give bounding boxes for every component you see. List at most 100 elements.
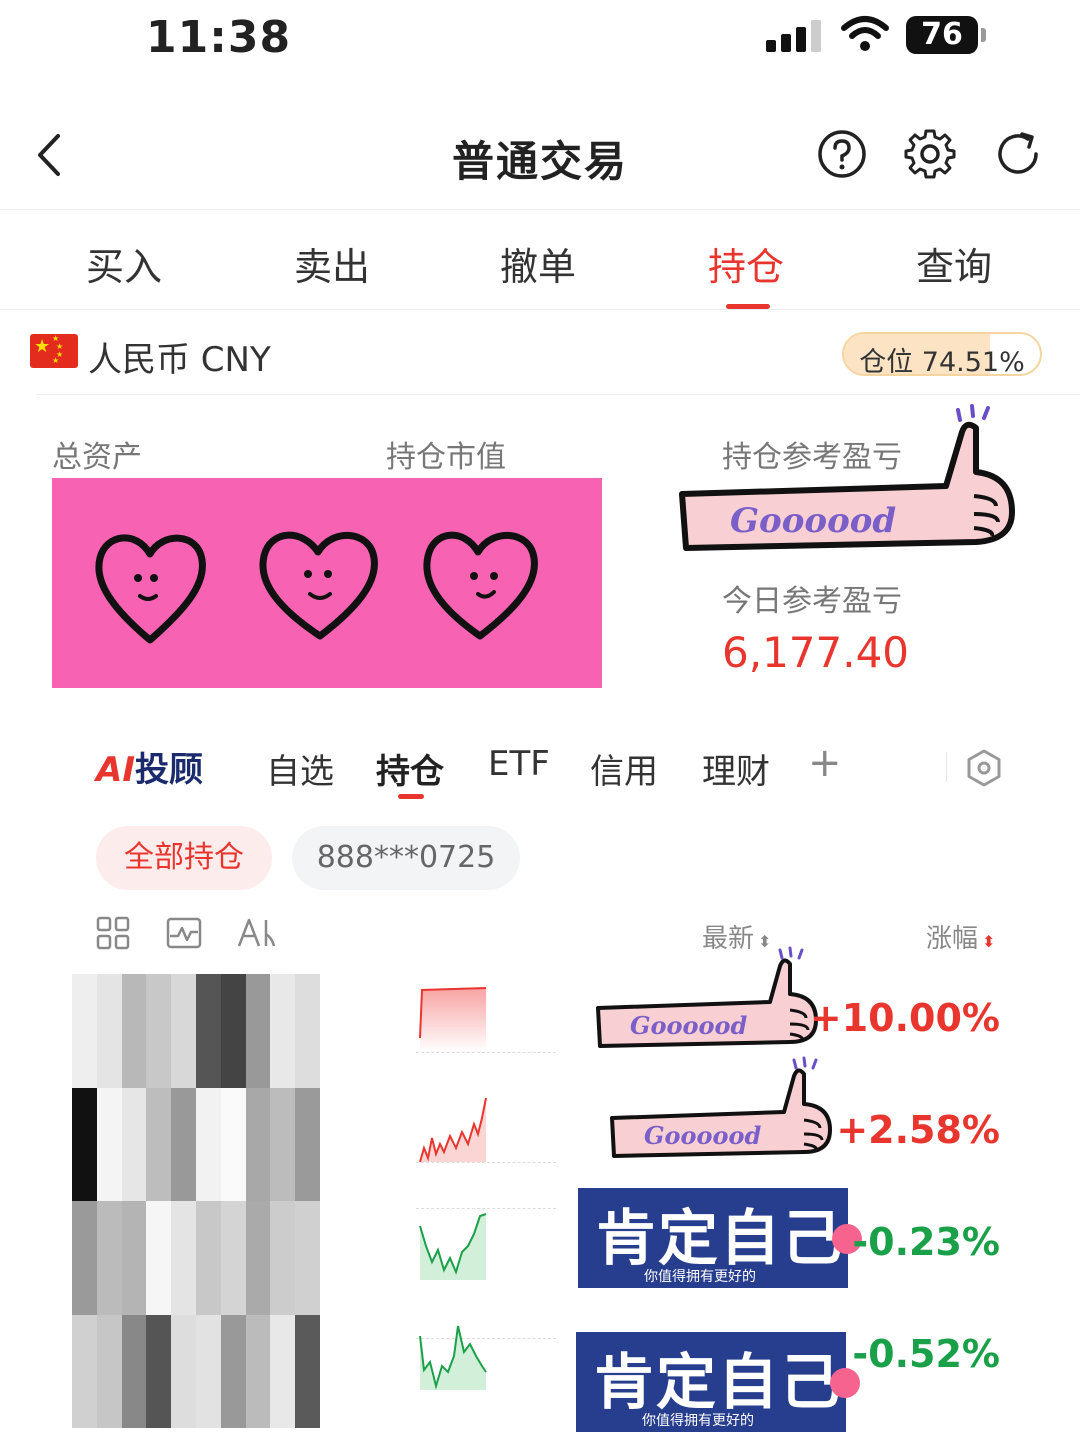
total-assets-label: 总资产 bbox=[52, 440, 142, 475]
status-time: 11:38 bbox=[146, 12, 292, 63]
account-chip[interactable]: 888***0725 bbox=[292, 826, 520, 890]
mosaic-cell bbox=[121, 1087, 147, 1201]
goooood-thumb-sticker: Goooood bbox=[679, 404, 1015, 551]
mosaic-cell bbox=[146, 1201, 172, 1315]
currency-row: ★ ★ ★ ★ ★ 人民币 CNY 仓位 74.51% bbox=[0, 312, 1080, 396]
tab-wealth[interactable]: 理财 bbox=[702, 744, 770, 793]
mosaic-cell bbox=[196, 1314, 221, 1428]
mosaic-cell bbox=[171, 1087, 196, 1201]
mosaic-cell bbox=[295, 1087, 320, 1201]
tab-ai-advisor[interactable]: AI投顾 bbox=[96, 742, 203, 791]
position-ratio-text: 仓位 74.51% bbox=[859, 347, 1025, 376]
ai-advisor-label: 投顾 bbox=[134, 750, 203, 790]
china-flag-icon: ★ ★ ★ ★ ★ bbox=[30, 334, 78, 368]
mosaic-cell bbox=[72, 1087, 97, 1201]
tab-watchlist[interactable]: 自选 bbox=[266, 744, 334, 793]
sticker-text: Goooood bbox=[630, 1011, 748, 1040]
tab-etf[interactable]: ETF bbox=[488, 744, 550, 784]
mosaic-cell bbox=[270, 1314, 296, 1428]
sparkline-4 bbox=[419, 1325, 487, 1390]
mosaic-cell bbox=[270, 974, 296, 1088]
tab-positions[interactable]: 持仓 bbox=[376, 744, 444, 793]
hearts-icon bbox=[95, 531, 538, 644]
active-tab2-indicator bbox=[398, 794, 424, 799]
mosaic-cell bbox=[146, 974, 172, 1088]
sparkline-3 bbox=[419, 1213, 487, 1280]
refresh-icon[interactable] bbox=[992, 128, 1044, 180]
mosaic-cell bbox=[196, 1201, 221, 1315]
settings-gear-icon[interactable] bbox=[904, 128, 956, 180]
battery-tip bbox=[981, 28, 986, 42]
mosaic-cell bbox=[220, 1087, 246, 1201]
help-icon[interactable] bbox=[816, 128, 868, 180]
redacted-stock-names bbox=[72, 974, 320, 1428]
market-tabs: AI投顾 自选 持仓 ETF 信用 理财 + bbox=[0, 730, 1080, 810]
mosaic-cell bbox=[295, 1201, 320, 1315]
mosaic-cell bbox=[220, 974, 246, 1088]
divider bbox=[36, 394, 1080, 395]
mosaic-cell bbox=[245, 1087, 271, 1201]
list-header: 最新 ⬍ 涨幅 ⬍ bbox=[0, 910, 1080, 960]
sparkline-2 bbox=[419, 1097, 487, 1163]
add-tab-button[interactable]: + bbox=[808, 740, 842, 786]
cellular-signal-icon bbox=[766, 18, 822, 52]
mosaic-cell bbox=[96, 974, 122, 1088]
nav-header: 普通交易 bbox=[0, 100, 1080, 210]
tab-credit[interactable]: 信用 bbox=[590, 744, 658, 793]
mosaic-cell bbox=[72, 1314, 97, 1428]
mosaic-cell bbox=[220, 1201, 246, 1315]
tab-sell[interactable]: 卖出 bbox=[252, 236, 412, 291]
tab-query[interactable]: 查询 bbox=[874, 236, 1034, 291]
mosaic-cell bbox=[96, 1201, 122, 1315]
sticker-small-text: 你值得拥有更好的 bbox=[642, 1413, 754, 1429]
sort-desc-icon: ⬍ bbox=[982, 932, 996, 951]
today-pl-value: 6,177.40 bbox=[722, 628, 910, 677]
goooood-thumb-sticker: Goooood bbox=[596, 946, 818, 1048]
mosaic-cell bbox=[121, 1314, 147, 1428]
mosaic-cell bbox=[245, 1201, 271, 1315]
mosaic-cell bbox=[171, 974, 196, 1088]
battery-indicator: 76 bbox=[906, 16, 978, 54]
sparkline-1 bbox=[419, 987, 487, 1052]
sort-change-label: 涨幅 bbox=[926, 924, 979, 954]
grid-view-icon[interactable] bbox=[96, 916, 130, 950]
mosaic-cell bbox=[171, 1314, 196, 1428]
mosaic-cell bbox=[146, 1314, 172, 1428]
mosaic-cell bbox=[245, 974, 271, 1088]
divider bbox=[946, 752, 947, 782]
mosaic-cell bbox=[245, 1314, 271, 1428]
today-pl-label: 今日参考盈亏 bbox=[722, 584, 902, 619]
sticker-small-text: 你值得拥有更好的 bbox=[644, 1269, 756, 1285]
sticker-text: Goooood bbox=[644, 1121, 762, 1150]
tab-settings-icon[interactable] bbox=[964, 748, 1004, 788]
mosaic-cell bbox=[295, 1314, 320, 1428]
position-ratio-badge: 仓位 74.51% bbox=[842, 332, 1042, 376]
mosaic-cell bbox=[146, 1087, 172, 1201]
mosaic-cell bbox=[220, 1314, 246, 1428]
status-bar: 11:38 76 bbox=[0, 0, 1080, 80]
mosaic-cell bbox=[96, 1087, 122, 1201]
mosaic-cell bbox=[270, 1087, 296, 1201]
mosaic-cell bbox=[295, 974, 320, 1088]
sticker-text: Goooood bbox=[730, 501, 896, 541]
ai-advisor-prefix: AI bbox=[96, 750, 135, 790]
wifi-icon bbox=[841, 16, 889, 51]
trade-tabs: 买入 卖出 撤单 持仓 查询 bbox=[0, 212, 1080, 310]
hearts-sticker bbox=[52, 478, 602, 688]
sort-change[interactable]: 涨幅 ⬍ bbox=[926, 918, 995, 955]
ai-icon[interactable] bbox=[236, 916, 276, 950]
tab-cancel-order[interactable]: 撤单 bbox=[458, 236, 618, 291]
tab-buy[interactable]: 买入 bbox=[44, 236, 204, 291]
all-holdings-chip[interactable]: 全部持仓 bbox=[96, 826, 272, 890]
chart-view-icon[interactable] bbox=[166, 916, 202, 950]
mosaic-cell bbox=[196, 1087, 221, 1201]
holding-change: -0.23% bbox=[852, 1220, 1000, 1264]
tab-holdings[interactable]: 持仓 bbox=[666, 236, 826, 291]
mosaic-cell bbox=[96, 1314, 122, 1428]
holding-change: +10.00% bbox=[809, 996, 1000, 1040]
mosaic-cell bbox=[72, 1201, 97, 1315]
mosaic-cell bbox=[121, 974, 147, 1088]
mosaic-cell bbox=[72, 974, 97, 1088]
holding-change: +2.58% bbox=[836, 1108, 1000, 1152]
market-value-label: 持仓市值 bbox=[386, 440, 506, 475]
